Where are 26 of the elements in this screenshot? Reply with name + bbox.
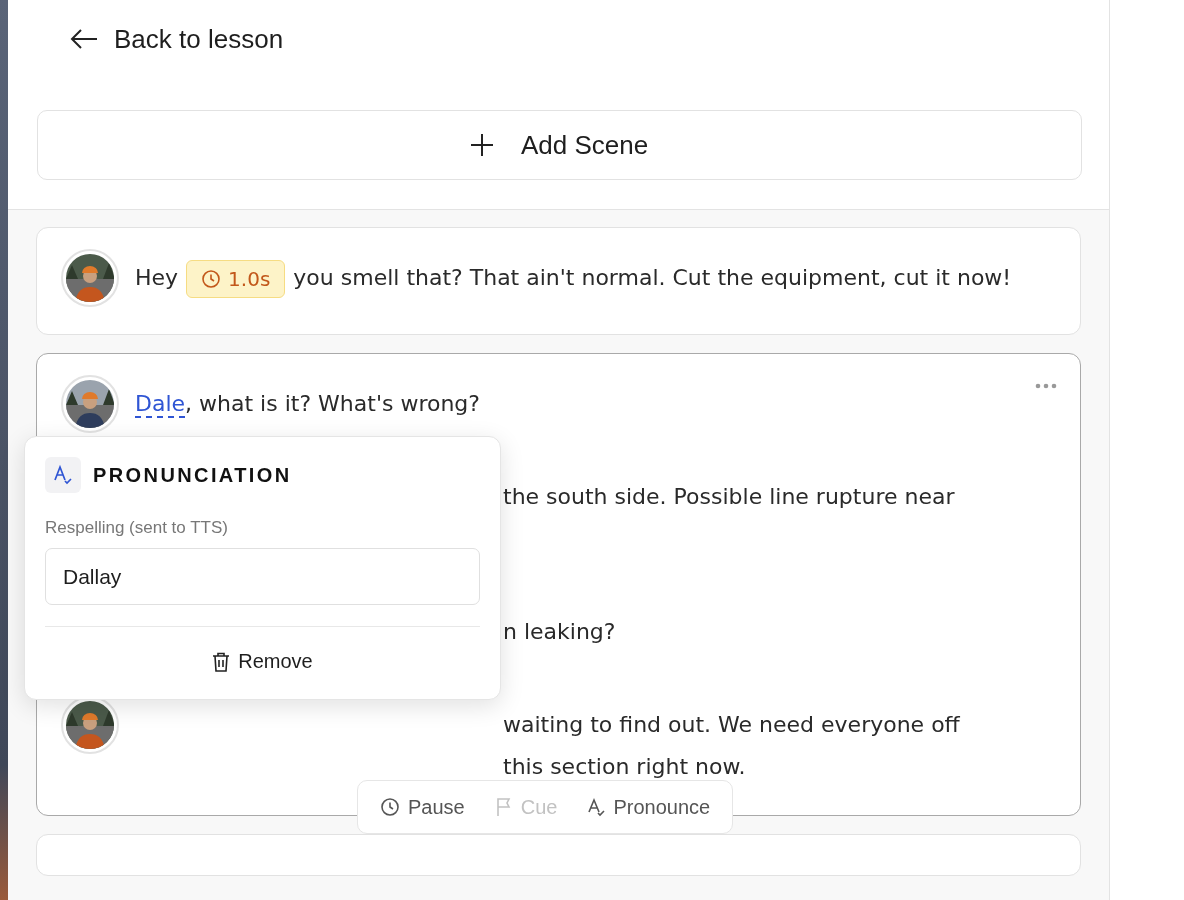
remove-button[interactable]: Remove	[202, 644, 323, 679]
dialogue-text: n leaking?	[503, 619, 616, 644]
plus-icon	[470, 134, 493, 156]
clock-icon	[201, 269, 222, 289]
dialogue-text: you smell that? That ain't normal. Cut the equipment, cut it now!	[293, 265, 1012, 290]
pronounce-button[interactable]: Pronounce	[575, 789, 723, 825]
dialogue-text: Hey	[135, 265, 179, 290]
arrow-left-icon	[70, 28, 98, 50]
field-label: Respelling (sent to TTS)	[45, 518, 229, 538]
back-link[interactable]: Back to lesson	[70, 18, 284, 60]
dialogue-text: the south side. Possible line rupture near	[503, 484, 955, 509]
dialogue-text: waiting to find out. We need everyone off	[503, 712, 960, 737]
pronounced-word[interactable]: Dale	[135, 391, 186, 418]
more-icon[interactable]	[1035, 383, 1057, 389]
pause-badge[interactable]: 1.0s	[186, 260, 286, 298]
clock-icon	[380, 797, 400, 817]
respelling-field[interactable]: Dallay	[45, 548, 480, 605]
pause-button[interactable]: Pause	[368, 789, 477, 825]
popup-title: PRONUNCIATION	[93, 463, 292, 487]
trash-icon	[212, 651, 231, 672]
pronunciation-icon	[45, 457, 81, 493]
dialogue-text: this section right now.	[503, 754, 746, 779]
pronunciation-icon	[587, 797, 606, 817]
add-scene-button[interactable]: Add Scene	[37, 110, 1082, 180]
flag-icon	[494, 797, 513, 817]
dialogue-text: , what is it? What's wrong?	[185, 391, 480, 416]
